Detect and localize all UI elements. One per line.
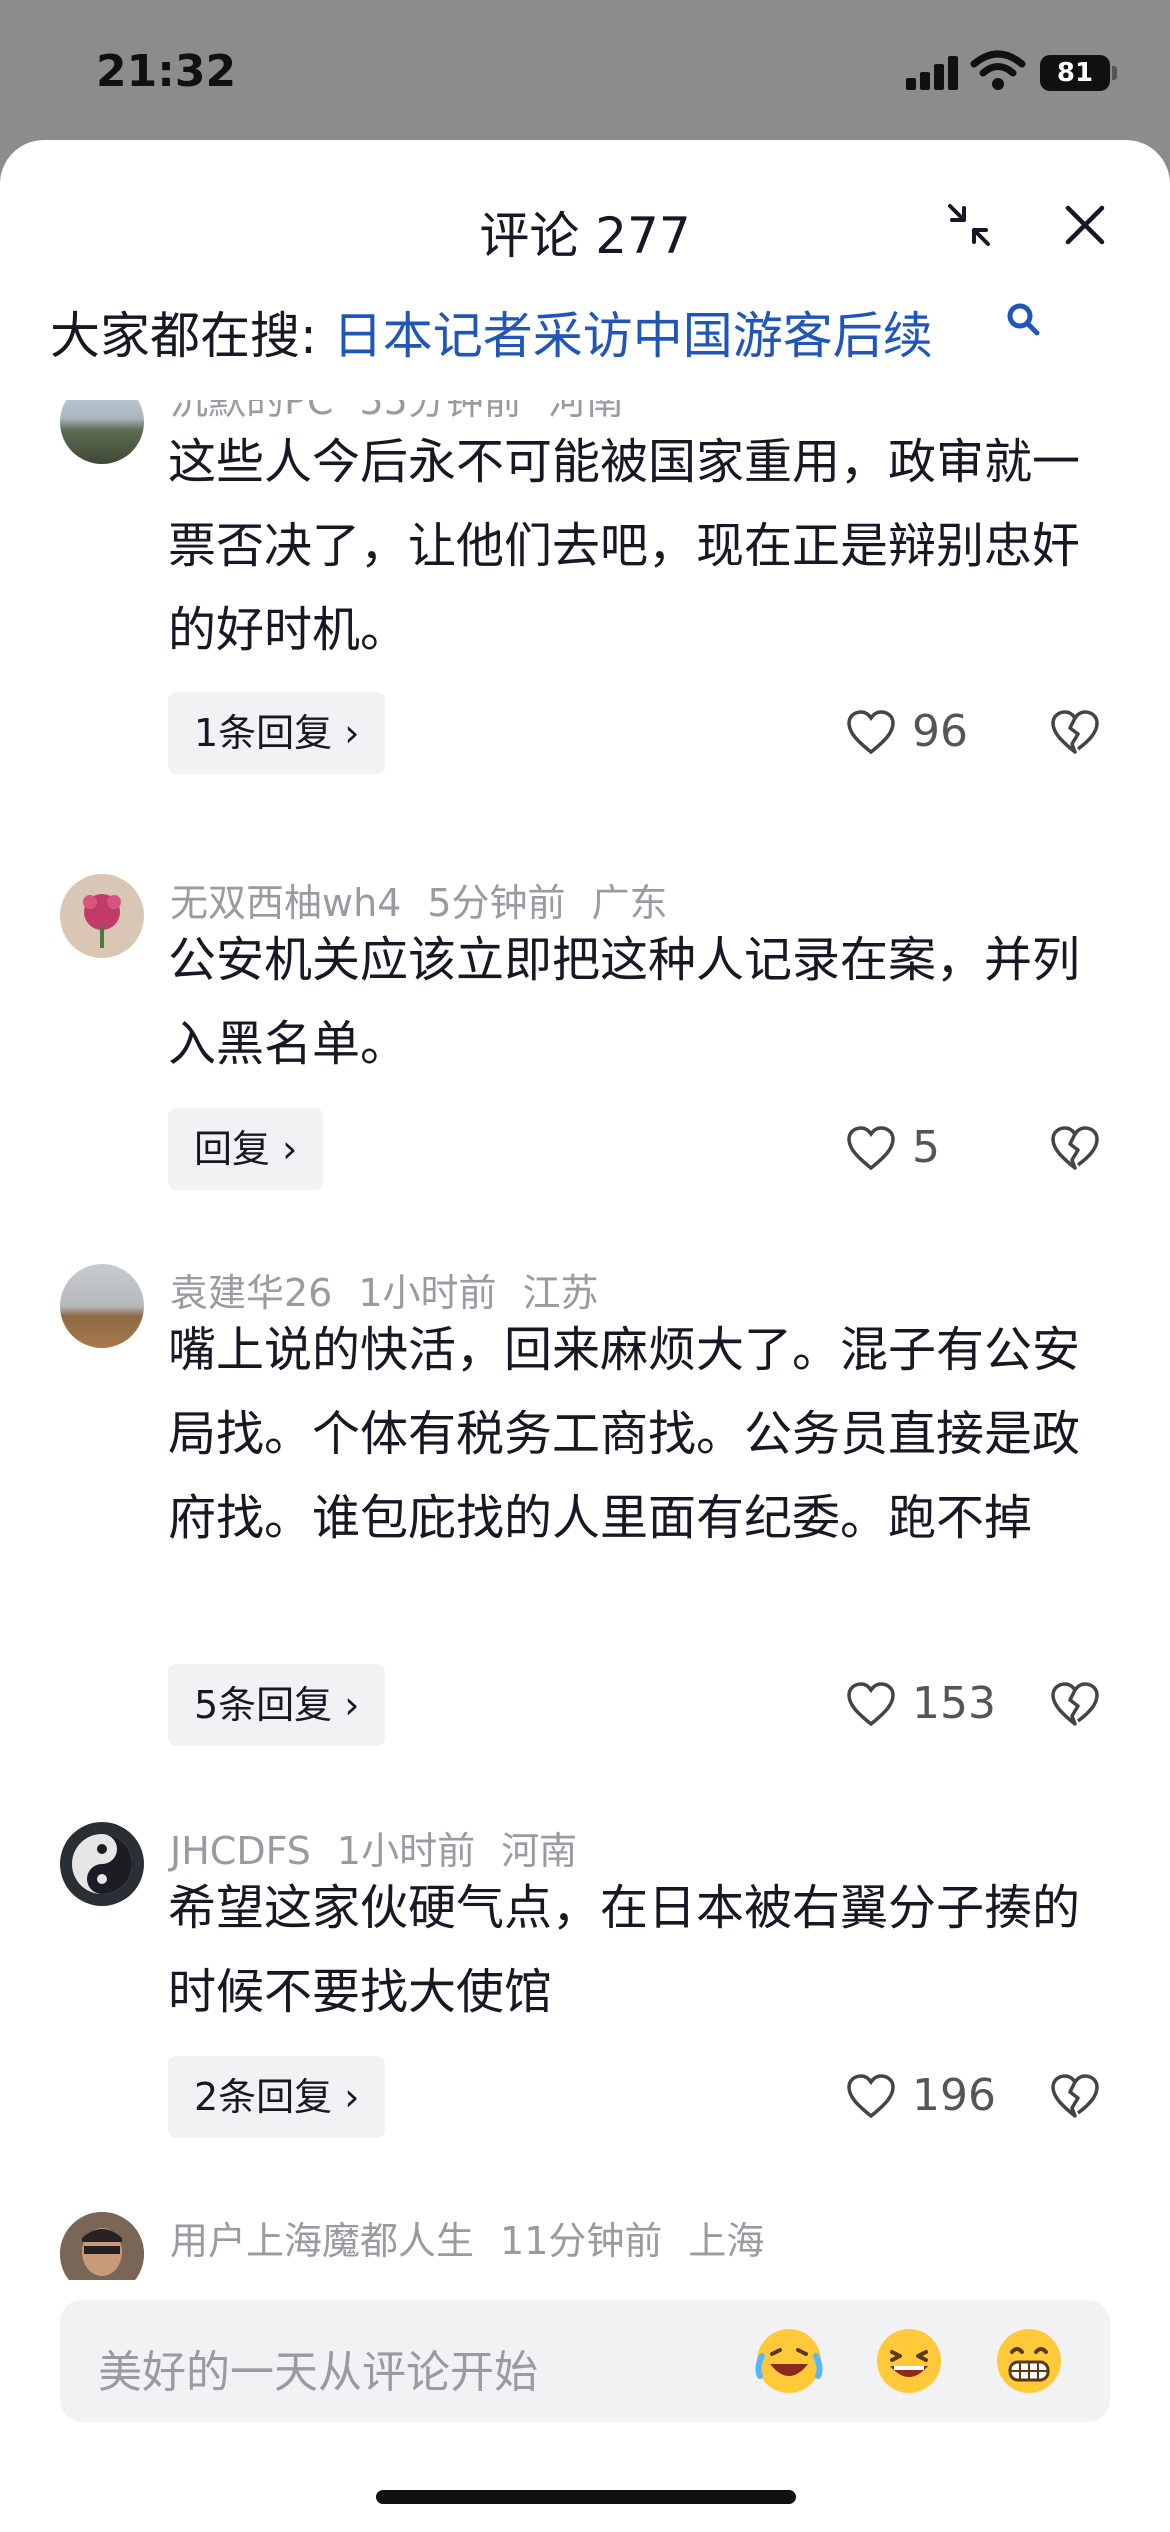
trending-search-prefix: 大家都在搜: — [50, 307, 333, 365]
yin-yang-avatar-icon[interactable] — [60, 1822, 144, 1906]
reply-button[interactable]: 2条回复 › — [168, 2056, 386, 2138]
comment-username[interactable]: 用户上海魔都人生 — [170, 2219, 474, 2263]
comment-text: 公安机关应该立即把这种人记录在案，并列入黑名单。 — [168, 932, 1081, 1072]
comment-sheet: 评论 277 大家都在搜: 日本记者采访中国游客后续 沉默的PC 55分钟前 河南 … — [0, 140, 1170, 2532]
reply-button[interactable]: 1条回复 › — [168, 692, 386, 774]
broken-heart-icon[interactable] — [1050, 1126, 1100, 1172]
big-grin-emoji-icon[interactable] — [990, 2322, 1068, 2400]
heart-icon[interactable] — [846, 710, 896, 756]
landscape-avatar-icon[interactable] — [60, 400, 144, 464]
like-count: 96 — [912, 706, 968, 757]
laughing-crying-emoji-icon[interactable] — [750, 2322, 828, 2400]
comment-location: 上海 — [688, 2219, 765, 2263]
comments-title: 评论 277 — [479, 207, 691, 265]
like-count: 196 — [912, 2070, 996, 2121]
comment-meta: 用户上海魔都人生 11分钟前 上海 — [170, 2210, 790, 2265]
wifi-icon — [970, 50, 1026, 90]
reply-button[interactable]: 5条回复 › — [168, 1664, 386, 1746]
reply-label: 回复 — [194, 1127, 271, 1171]
cellular-signal-icon — [906, 56, 960, 90]
close-icon[interactable] — [1060, 200, 1110, 250]
broken-heart-icon[interactable] — [1050, 2074, 1100, 2120]
collapse-icon[interactable] — [944, 200, 994, 250]
battery-tip — [1112, 66, 1117, 80]
person-avatar-icon[interactable] — [60, 2212, 144, 2280]
comment-text: 希望这家伙硬气点，在日本被右翼分子揍的时候不要找大使馆 — [168, 1880, 1081, 2020]
person-icon — [60, 2212, 144, 2280]
yin-yang-icon — [72, 1834, 132, 1894]
broken-heart-icon[interactable] — [1050, 710, 1100, 756]
battery-indicator: 81 — [1040, 55, 1110, 91]
grinning-emoji-icon[interactable] — [870, 2322, 948, 2400]
heart-icon[interactable] — [846, 2074, 896, 2120]
comment-input-bar[interactable]: 美好的一天从评论开始 — [60, 2300, 1110, 2422]
broken-heart-icon[interactable] — [1050, 1682, 1100, 1728]
flower-icon — [83, 894, 121, 948]
flower-avatar-icon[interactable] — [60, 874, 144, 958]
status-time: 21:32 — [96, 46, 237, 97]
reply-button[interactable]: 回复 › — [168, 1108, 324, 1190]
reply-label: 1条回复 — [194, 711, 333, 755]
comment-time: 11分钟前 — [500, 2219, 663, 2263]
like-count: 5 — [912, 1122, 940, 1173]
reply-label: 5条回复 — [194, 1683, 333, 1727]
field-avatar-icon[interactable] — [60, 1264, 144, 1348]
heart-icon[interactable] — [846, 1126, 896, 1172]
comment-text: 嘴上说的快活，回来麻烦大了。混子有公安局找。个体有税务工商找。公务员直接是政府找… — [168, 1322, 1081, 1546]
comment-list[interactable]: 沉默的PC 55分钟前 河南 这些人今后永不可能被国家重用，政审就一票否决了，让他们… — [0, 400, 1170, 2280]
home-indicator[interactable] — [376, 2490, 796, 2504]
reply-label: 2条回复 — [194, 2075, 333, 2119]
comment-text: 这些人今后永不可能被国家重用，政审就一票否决了，让他们去吧，现在正是辩别忠奸的好… — [168, 434, 1081, 658]
heart-icon[interactable] — [846, 1682, 896, 1728]
trending-search: 大家都在搜: 日本记者采访中国游客后续 — [50, 296, 933, 368]
search-icon[interactable] — [1004, 300, 1044, 340]
trending-search-link[interactable]: 日本记者采访中国游客后续 — [333, 307, 933, 365]
comment-input[interactable]: 美好的一天从评论开始 — [98, 2336, 538, 2400]
status-bar: 21:32 81 — [0, 0, 1170, 140]
like-count: 153 — [912, 1678, 996, 1729]
